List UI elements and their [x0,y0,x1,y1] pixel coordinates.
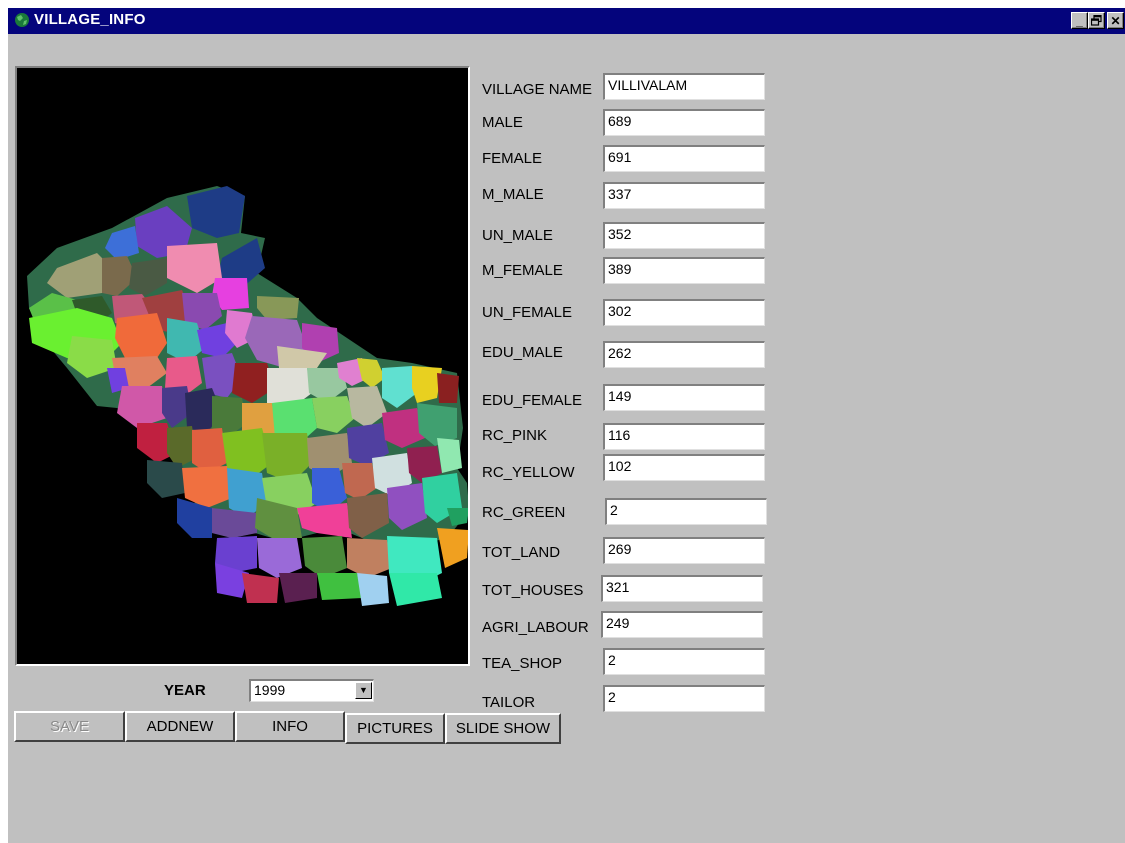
dropdown-arrow-button[interactable]: ▼ [355,682,372,699]
label-agri-labour: AGRI_LABOUR [482,619,589,636]
restore-icon [1090,14,1102,26]
label-rc-pink: RC_PINK [482,427,548,444]
globe-app-icon [15,13,29,27]
edu-male-field[interactable]: 262 [603,341,765,368]
pictures-button[interactable]: PICTURES [345,713,445,744]
restore-button[interactable] [1088,12,1105,29]
info-button[interactable]: INFO [235,711,345,742]
tailor-field[interactable]: 2 [603,685,765,712]
chevron-down-icon: ▼ [359,685,368,695]
label-un-female: UN_FEMALE [482,304,573,321]
label-tailor: TAILOR [482,694,536,711]
rc-pink-field[interactable]: 116 [603,423,765,450]
label-rc-green: RC_GREEN [482,504,566,521]
un-male-field[interactable]: 352 [603,222,765,249]
village-info-window: VILLAGE_INFO _ ✕ VILLAGE NAME VILLIVALAM… [8,8,1125,843]
label-m-female: M_FEMALE [482,262,563,279]
window-title: VILLAGE_INFO [34,11,146,28]
label-edu-female: EDU_FEMALE [482,392,583,409]
year-label: YEAR [164,682,206,699]
year-dropdown[interactable]: 1999 ▼ [249,679,374,702]
m-female-field[interactable]: 389 [603,257,765,284]
title-bar[interactable]: VILLAGE_INFO _ ✕ [8,8,1125,34]
close-button[interactable]: ✕ [1107,12,1124,29]
label-un-male: UN_MALE [482,227,553,244]
tea-shop-field[interactable]: 2 [603,648,765,675]
male-field[interactable]: 689 [603,109,765,136]
label-m-male: M_MALE [482,186,544,203]
close-icon: ✕ [1110,14,1121,28]
label-tot-houses: TOT_HOUSES [482,582,584,599]
minimize-button[interactable]: _ [1071,12,1088,29]
save-button[interactable]: SAVE [14,711,125,742]
female-field[interactable]: 691 [603,145,765,172]
label-edu-male: EDU_MALE [482,344,563,361]
edu-female-field[interactable]: 149 [603,384,765,411]
m-male-field[interactable]: 337 [603,182,765,209]
village-name-field[interactable]: VILLIVALAM [603,73,765,100]
rc-yellow-field[interactable]: 102 [603,454,765,481]
village-map-image [27,186,468,606]
tot-land-field[interactable]: 269 [603,537,765,564]
un-female-field[interactable]: 302 [603,299,765,326]
year-value: 1999 [254,682,286,698]
slideshow-button[interactable]: SLIDE SHOW [445,713,561,744]
minimize-icon: _ [1076,14,1083,28]
label-male: MALE [482,114,523,131]
label-tea-shop: TEA_SHOP [482,655,563,672]
village-map-panel [15,66,470,666]
addnew-button[interactable]: ADDNEW [125,711,235,742]
agri-labour-field[interactable]: 249 [601,611,763,638]
label-village-name: VILLAGE NAME [482,81,593,98]
label-female: FEMALE [482,150,543,167]
tot-houses-field[interactable]: 321 [601,575,763,602]
label-rc-yellow: RC_YELLOW [482,464,575,481]
rc-green-field[interactable]: 2 [605,498,767,525]
label-tot-land: TOT_LAND [482,544,561,561]
